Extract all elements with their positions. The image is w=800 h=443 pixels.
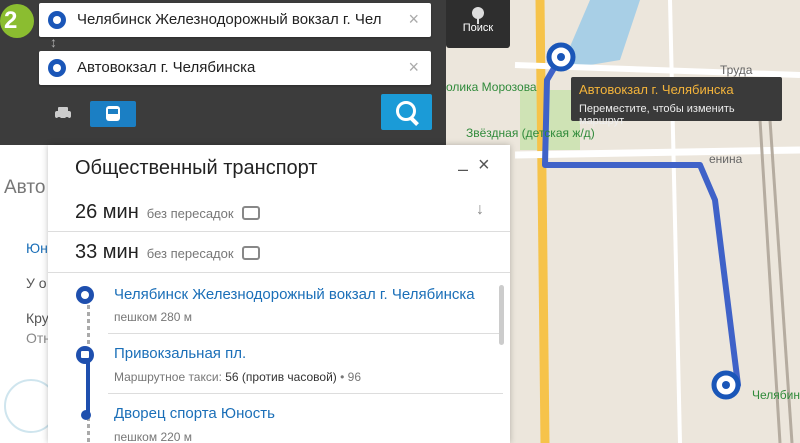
to-input[interactable]: Автовокзал г. Челябинска: [77, 59, 395, 76]
transport-card: Общественный транспорт – × 26 мин без пер…: [48, 145, 510, 443]
from-input[interactable]: Челябинск Железнодорожный вокзал г. Чел: [77, 11, 395, 28]
stop-intermediate-icon: [81, 410, 91, 420]
stop-bus-icon: [76, 346, 94, 364]
pin-icon: [472, 7, 484, 24]
card-title: Общественный транспорт: [75, 157, 318, 179]
clear-from-icon[interactable]: ×: [408, 9, 419, 30]
bus-icon: [241, 245, 260, 260]
route-panel: 2 Челябинск Железнодорожный вокзал г. Че…: [0, 0, 446, 145]
mode-transit-button[interactable]: [90, 101, 136, 127]
step-sub-prefix: Маршрутное такси:: [114, 370, 222, 384]
sidebar-heading: Авто: [4, 177, 46, 198]
sidebar-text: У о: [26, 275, 47, 291]
map-label: Труда: [720, 63, 753, 77]
from-field[interactable]: Челябинск Железнодорожный вокзал г. Чел …: [39, 3, 431, 37]
clear-to-icon[interactable]: ×: [408, 57, 419, 78]
stop-origin-icon: [76, 286, 94, 304]
walk-segment: [87, 417, 90, 443]
sidebar-link[interactable]: Юн: [26, 240, 48, 256]
to-field[interactable]: Автовокзал г. Челябинска ×: [39, 51, 431, 85]
step-sub: Маршрутное такси: 56 (против часовой) • …: [114, 370, 361, 384]
close-button[interactable]: ×: [478, 154, 490, 177]
tooltip-title: Автовокзал г. Челябинска: [579, 82, 734, 97]
expand-arrow-icon[interactable]: ↓: [476, 201, 484, 219]
car-icon: [55, 107, 71, 121]
route-note: без пересадок: [146, 206, 234, 221]
map-label: Звёздная (детская ж/д): [466, 126, 595, 140]
destination-point-icon: [48, 59, 66, 77]
ride-segment: [86, 355, 90, 415]
route-time: 26 мин: [75, 201, 139, 223]
walk-segment: [87, 305, 90, 345]
step-routes: 56 (против часовой): [225, 370, 337, 384]
mode-car-button[interactable]: [40, 101, 86, 127]
map-label: Челябинск: [752, 388, 800, 402]
tooltip-hint: Переместите, чтобы изменить маршрут: [579, 103, 735, 127]
swap-icon[interactable]: ↕: [50, 34, 57, 50]
bus-icon: [241, 205, 260, 220]
map-label: олика Морозова: [446, 80, 537, 94]
road-street: [514, 146, 800, 159]
step-sub: пешком 220 м: [114, 430, 193, 443]
divider: [108, 333, 503, 334]
route-option[interactable]: 26 мин без пересадок: [75, 201, 260, 224]
step-sub: пешком 280 м: [114, 310, 193, 324]
route-time: 33 мин: [75, 241, 139, 263]
step-name[interactable]: Привокзальная пл.: [114, 345, 246, 362]
divider: [108, 393, 503, 394]
minimize-button[interactable]: –: [458, 159, 468, 180]
route-tooltip: Автовокзал г. Челябинска Переместите, чт…: [571, 77, 782, 127]
step-name[interactable]: Челябинск Железнодорожный вокзал г. Челя…: [114, 286, 475, 303]
sidebar-avatar: [4, 379, 48, 433]
divider: [48, 272, 510, 273]
sidebar-text: Кру: [26, 310, 49, 326]
divider: [48, 231, 510, 232]
logo-badge: 2: [0, 4, 34, 38]
step-extra: • 96: [340, 370, 361, 384]
bus-icon: [106, 106, 120, 121]
map-search-button[interactable]: Поиск: [446, 0, 510, 48]
find-route-button[interactable]: [381, 94, 432, 130]
background-sidebar: Авто Юн У о Кру Отн: [0, 145, 49, 443]
origin-point-icon: [48, 11, 66, 29]
map-label: енина: [709, 152, 743, 166]
step-name[interactable]: Дворец спорта Юность: [114, 405, 275, 422]
scrollbar[interactable]: [499, 285, 504, 345]
route-note: без пересадок: [146, 246, 234, 261]
sidebar-text: Отн: [26, 330, 49, 346]
route-option[interactable]: 33 мин без пересадок: [75, 241, 260, 264]
